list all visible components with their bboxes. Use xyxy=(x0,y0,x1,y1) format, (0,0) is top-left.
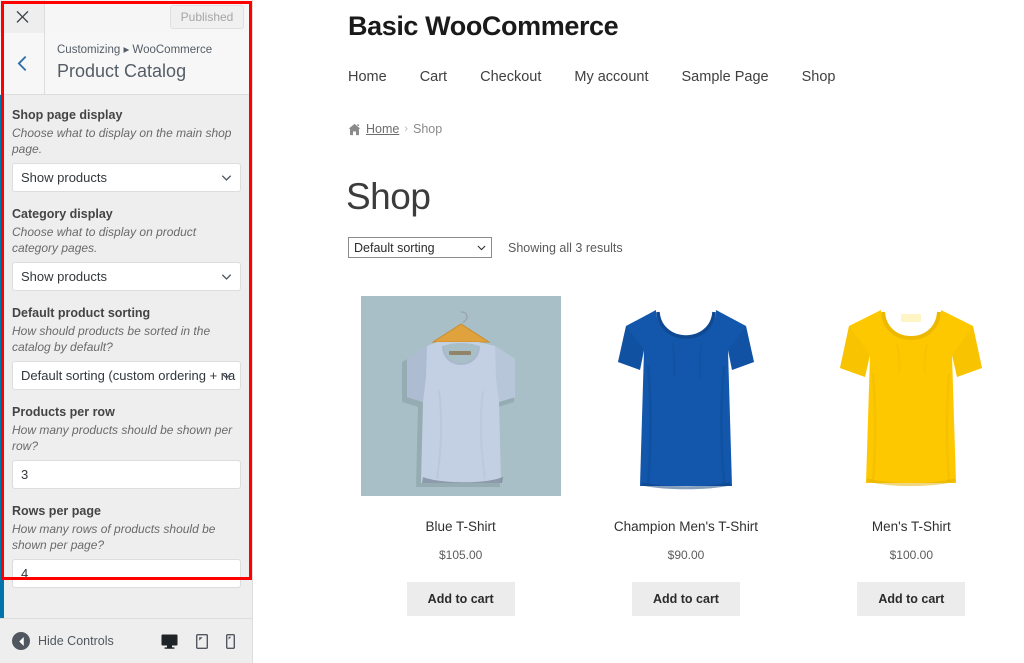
panel-accent-rail xyxy=(0,33,4,663)
breadcrumb-separator: › xyxy=(404,123,409,135)
control-description: Choose what to display on the main shop … xyxy=(12,126,232,156)
sort-value: Default sorting xyxy=(354,240,435,255)
category-display-select[interactable]: Show products xyxy=(12,262,241,291)
control-products-per-row: Products per row How many products shoul… xyxy=(12,404,241,489)
caret-left-circle-icon xyxy=(12,632,30,650)
catalog-ordering-select[interactable]: Default sorting xyxy=(348,237,492,258)
default-product-sorting-select[interactable]: Default sorting (custom ordering + na xyxy=(12,361,241,390)
panel-header: Customizing ▸ WooCommerce Product Catalo… xyxy=(0,33,252,95)
customizer-footer: Hide Controls xyxy=(0,618,252,663)
product-image-blue-t-shirt[interactable] xyxy=(360,296,561,496)
control-rows-per-page: Rows per page How many rows of products … xyxy=(12,503,241,588)
shop-page-heading: Shop xyxy=(346,176,431,217)
control-label: Default product sorting xyxy=(12,306,151,320)
product-grid: Blue T-Shirt $105.00 Add to cart Champio… xyxy=(348,258,1024,616)
chevron-left-icon[interactable] xyxy=(0,33,45,94)
breadcrumb: Home › Shop xyxy=(254,85,1024,136)
hide-controls-button[interactable]: Hide Controls xyxy=(12,632,114,650)
select-value: Default sorting (custom ordering + na xyxy=(21,368,236,383)
product-price: $90.00 xyxy=(667,548,705,562)
home-icon xyxy=(348,123,361,135)
product-card: Men's T-Shirt $100.00 Add to cart xyxy=(799,296,1024,616)
tablet-icon[interactable] xyxy=(196,633,208,649)
primary-navigation: Home Cart Checkout My account Sample Pag… xyxy=(254,45,1024,85)
product-card: Blue T-Shirt $105.00 Add to cart xyxy=(348,296,573,616)
product-price: $100.00 xyxy=(889,548,934,562)
breadcrumb-home-link[interactable]: Home xyxy=(366,122,399,136)
customizer-screen: Published Customizing ▸ WooCommerce Prod… xyxy=(0,0,1024,663)
chevron-down-icon xyxy=(221,372,232,379)
shop-toolbar: Default sorting Showing all 3 results xyxy=(254,218,1024,258)
control-label: Shop page display xyxy=(12,108,123,122)
product-card: Champion Men's T-Shirt $90.00 Add to car… xyxy=(573,296,798,616)
nav-item-sample-page[interactable]: Sample Page xyxy=(682,69,769,85)
nav-item-home[interactable]: Home xyxy=(348,69,387,85)
chevron-down-icon xyxy=(477,245,486,250)
select-value: Show products xyxy=(21,170,107,185)
select-value: Show products xyxy=(21,269,107,284)
customizer-breadcrumb: Customizing ▸ WooCommerce xyxy=(57,44,213,56)
close-icon[interactable] xyxy=(0,0,45,33)
page-title: Product Catalog xyxy=(57,61,187,81)
control-label: Rows per page xyxy=(12,504,101,518)
add-to-cart-button[interactable]: Add to cart xyxy=(857,582,966,616)
publish-button[interactable]: Published xyxy=(170,5,244,29)
control-default-product-sorting: Default product sorting How should produ… xyxy=(12,305,241,390)
product-price: $105.00 xyxy=(438,548,483,562)
control-description: How many rows of products should be show… xyxy=(12,522,216,552)
product-title[interactable]: Champion Men's T-Shirt xyxy=(573,518,798,536)
panel-header-text: Customizing ▸ WooCommerce Product Catalo… xyxy=(45,33,252,94)
desktop-icon[interactable] xyxy=(161,634,178,649)
site-title: Basic WooCommerce xyxy=(348,11,619,41)
control-shop-page-display: Shop page display Choose what to display… xyxy=(12,107,241,192)
device-preview-switcher xyxy=(161,633,243,649)
rows-per-page-input[interactable]: 4 xyxy=(12,559,241,588)
nav-item-shop[interactable]: Shop xyxy=(802,69,836,85)
control-description: Choose what to display on product catego… xyxy=(12,225,197,255)
customizer-controls: Shop page display Choose what to display… xyxy=(0,95,252,617)
nav-item-cart[interactable]: Cart xyxy=(420,69,447,85)
chevron-down-icon xyxy=(221,273,232,280)
site-preview: Basic WooCommerce Home Cart Checkout My … xyxy=(254,0,1024,663)
product-title[interactable]: Blue T-Shirt xyxy=(348,518,573,536)
customizer-panel: Published Customizing ▸ WooCommerce Prod… xyxy=(0,0,253,663)
control-category-display: Category display Choose what to display … xyxy=(12,206,241,291)
customizer-topbar: Published xyxy=(0,0,252,33)
nav-item-my-account[interactable]: My account xyxy=(574,69,648,85)
mobile-icon[interactable] xyxy=(226,633,235,649)
add-to-cart-button[interactable]: Add to cart xyxy=(406,582,515,616)
control-label: Products per row xyxy=(12,405,115,419)
breadcrumb-current: Shop xyxy=(413,122,443,136)
nav-item-checkout[interactable]: Checkout xyxy=(480,69,541,85)
control-description: How many products should be shown per ro… xyxy=(12,423,233,453)
control-label: Category display xyxy=(12,207,113,221)
product-image-champion-mens-t-shirt[interactable] xyxy=(585,296,786,496)
result-count: Showing all 3 results xyxy=(508,240,623,255)
product-image-mens-t-shirt[interactable] xyxy=(811,296,1012,496)
products-per-row-input[interactable]: 3 xyxy=(12,460,241,489)
control-description: How should products be sorted in the cat… xyxy=(12,324,211,354)
product-title[interactable]: Men's T-Shirt xyxy=(799,518,1024,536)
add-to-cart-button[interactable]: Add to cart xyxy=(632,582,740,616)
hide-controls-label: Hide Controls xyxy=(38,634,114,648)
chevron-down-icon xyxy=(221,174,232,181)
shop-page-display-select[interactable]: Show products xyxy=(12,163,241,192)
